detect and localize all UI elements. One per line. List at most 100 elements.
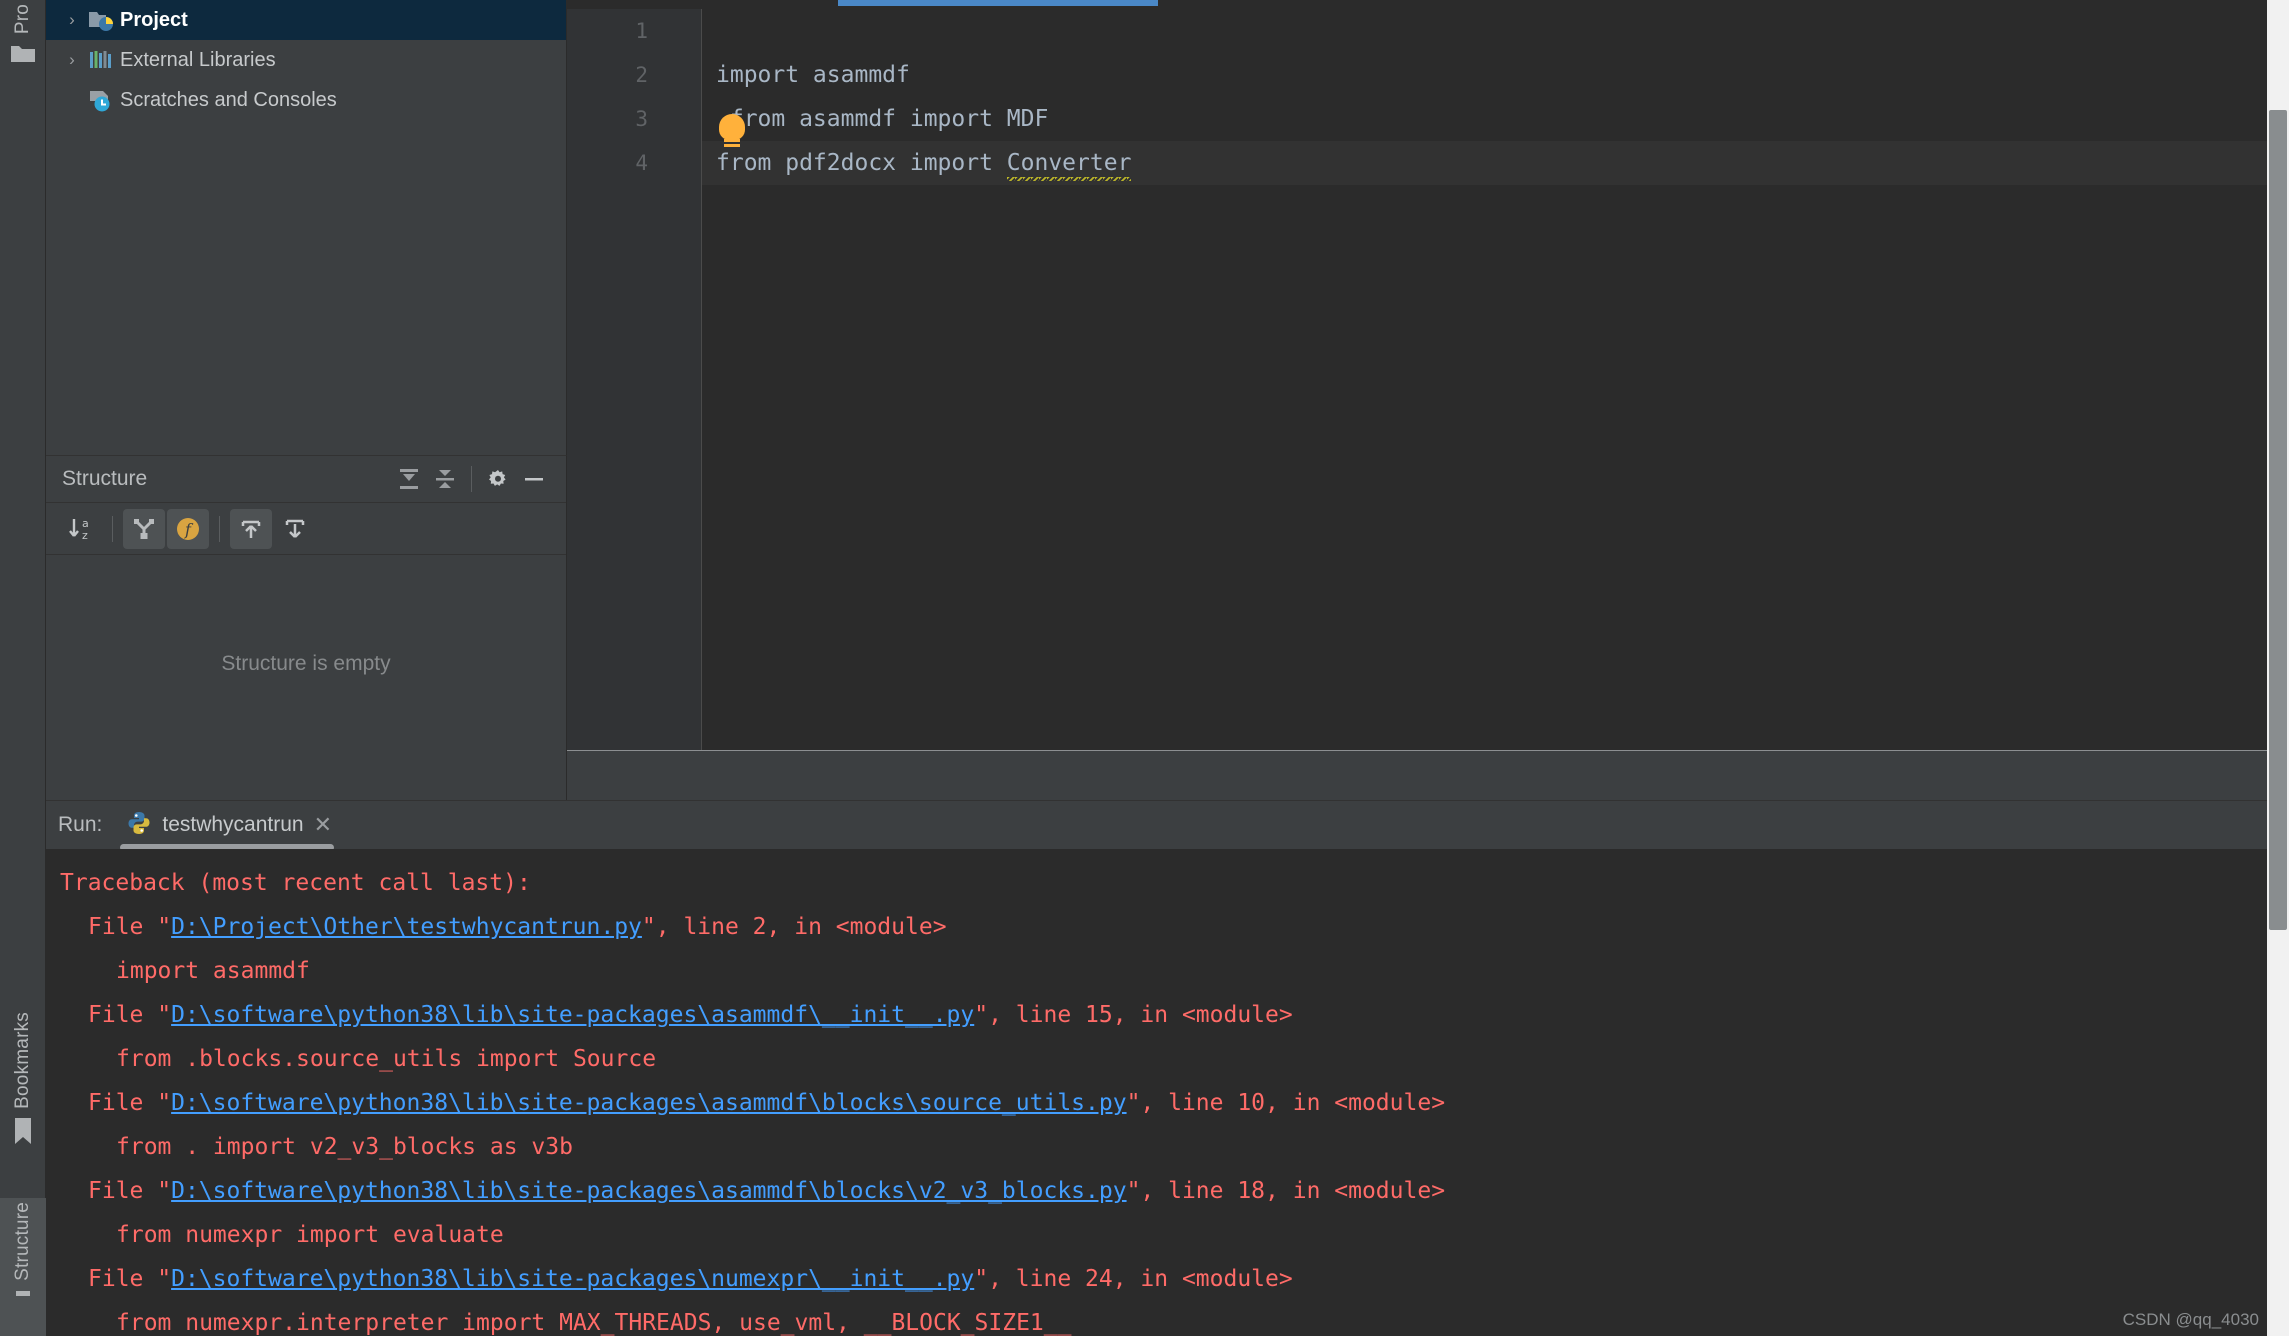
sidebar-item-project[interactable]: Pro: [0, 0, 46, 96]
console-text: File ": [88, 1178, 172, 1204]
structure-toolbar: a z f: [46, 503, 566, 555]
console-line: File "D:\software\python38\lib\site-pack…: [60, 1169, 2289, 1213]
console-text: File ": [88, 1090, 172, 1116]
console-line: from . import v2_v3_blocks as v3b: [60, 1125, 2289, 1169]
tree-item-scratches-and-consoles[interactable]: › Scratches and Consoles: [46, 80, 566, 120]
code-line[interactable]: import asammdf: [702, 53, 2289, 97]
code-editor: 1 2 3 4 − − import asammdf from asammdf …: [567, 0, 2289, 795]
console-line: from .blocks.source_utils import Source: [60, 1037, 2289, 1081]
watermark: CSDN @qq_4030: [2122, 1310, 2259, 1329]
scroll-to-source-icon[interactable]: [274, 509, 316, 549]
folder-icon: [10, 42, 36, 69]
code-line[interactable]: [702, 9, 2289, 53]
libraries-icon: [88, 48, 114, 72]
console-file-link[interactable]: D:\Project\Other\testwhycantrun.py: [171, 914, 642, 940]
structure-icon: [13, 1289, 33, 1312]
line-number: 2: [635, 63, 648, 87]
line-number: 4: [635, 151, 648, 175]
console-text: ", line 24, in <module>: [974, 1266, 1293, 1292]
intention-bulb-icon[interactable]: [719, 114, 745, 142]
collapse-all-icon[interactable]: [427, 463, 463, 495]
sidebar-item-bookmarks[interactable]: Bookmarks: [0, 1008, 46, 1198]
console-text: from .blocks.source_utils import Source: [116, 1046, 657, 1072]
console-text: import asammdf: [116, 958, 310, 984]
console-file-link[interactable]: D:\software\python38\lib\site-packages\a…: [171, 1002, 974, 1028]
toolbar-separator: [219, 515, 220, 542]
structure-header: Structure: [46, 456, 566, 503]
console-line: Traceback (most recent call last):: [60, 861, 2289, 905]
console-line: File "D:\Project\Other\testwhycantrun.py…: [60, 905, 2289, 949]
console-line: from numexpr import evaluate: [60, 1213, 2289, 1257]
expand-all-icon[interactable]: [391, 463, 427, 495]
sidebar-item-project-label: Pro: [12, 4, 33, 35]
console-file-link[interactable]: D:\software\python38\lib\site-packages\n…: [171, 1266, 974, 1292]
console-text: File ": [88, 1002, 172, 1028]
chevron-right-icon[interactable]: ›: [62, 50, 82, 70]
close-icon[interactable]: ✕: [314, 814, 332, 836]
sidebar-item-structure-label: Structure: [12, 1202, 33, 1281]
project-python-icon: [88, 8, 114, 32]
tree-item-project-label: Project: [120, 8, 188, 31]
console-output[interactable]: Traceback (most recent call last): File "…: [46, 849, 2289, 1336]
sidebar-item-structure[interactable]: Structure: [0, 1198, 46, 1336]
tree-item-scratches-and-consoles-label: Scratches and Consoles: [120, 88, 337, 111]
active-tab-indicator[interactable]: [838, 0, 1158, 6]
minimize-icon[interactable]: [516, 463, 552, 495]
show-fields-icon[interactable]: f: [167, 508, 209, 549]
line-number: 1: [635, 19, 648, 43]
structure-empty-message: Structure is empty: [221, 652, 391, 675]
structure-tool-window: Structure a z f Structure is empty: [46, 455, 567, 800]
console-line: File "D:\software\python38\lib\site-pack…: [60, 993, 2289, 1037]
tree-item-project[interactable]: › Project: [46, 0, 566, 40]
console-text: File ": [88, 914, 172, 940]
console-text: from . import v2_v3_blocks as v3b: [116, 1134, 573, 1160]
tree-item-external-libraries-label: External Libraries: [120, 48, 276, 71]
line-number: 3: [635, 107, 648, 131]
svg-text:z: z: [82, 529, 88, 542]
console-line: from numexpr.interpreter import MAX_THRE…: [60, 1301, 2289, 1336]
console-file-link[interactable]: D:\software\python38\lib\site-packages\a…: [171, 1090, 1126, 1116]
editor-code-area[interactable]: import asammdf from asammdf import MDF f…: [702, 9, 2289, 750]
editor-tab-strip: [567, 0, 2289, 9]
console-text: ", line 10, in <module>: [1126, 1090, 1446, 1116]
console-file-link[interactable]: D:\software\python38\lib\site-packages\a…: [171, 1178, 1126, 1204]
run-tab-testwhycantrun[interactable]: testwhycantrun ✕: [112, 803, 342, 851]
console-text: from numexpr.interpreter import MAX_THRE…: [116, 1310, 1072, 1336]
structure-content: Structure is empty: [46, 555, 566, 799]
editor-fold-column[interactable]: − −: [670, 9, 800, 750]
scroll-from-source-icon[interactable]: [230, 508, 272, 549]
console-text: from numexpr import evaluate: [116, 1222, 504, 1248]
sort-alphabetically-icon[interactable]: a z: [60, 509, 102, 549]
pycharm-window: Pro Bookmarks Structure › Project › Exte…: [0, 0, 2289, 1336]
toolbar-separator: [471, 466, 472, 492]
code-line[interactable]: from asammdf import MDF: [702, 97, 2289, 141]
toolbar-separator: [112, 515, 113, 542]
code-line[interactable]: from pdf2docx import Converter: [702, 141, 2289, 185]
run-header: Run: testwhycantrun ✕: [46, 801, 2289, 851]
code-warning-token: Converter: [1006, 150, 1132, 184]
run-tool-window: Run: testwhycantrun ✕ Traceback (most re…: [46, 800, 2289, 1336]
editor-bottom-divider: [567, 750, 2289, 795]
project-tool-window: › Project › External Libraries Scratches…: [46, 0, 567, 455]
window-scrollbar[interactable]: [2267, 0, 2289, 1336]
console-line: File "D:\software\python38\lib\site-pack…: [60, 1257, 2289, 1301]
console-text: ", line 15, in <module>: [974, 1002, 1293, 1028]
python-icon: [126, 810, 152, 841]
bookmark-icon: [12, 1117, 34, 1150]
console-text: File ": [88, 1266, 172, 1292]
left-tool-strip: Pro Bookmarks Structure: [0, 0, 46, 1336]
show-inherited-icon[interactable]: [123, 508, 165, 549]
run-label: Run:: [58, 813, 103, 836]
structure-title: Structure: [62, 467, 148, 490]
gear-icon[interactable]: [480, 463, 516, 495]
run-tab-label: testwhycantrun: [162, 813, 304, 836]
console-line: import asammdf: [60, 949, 2289, 993]
tree-item-external-libraries[interactable]: › External Libraries: [46, 40, 566, 80]
code-text: from pdf2docx import: [716, 150, 1007, 176]
scratches-clock-icon: [88, 88, 114, 112]
console-text: Traceback (most recent call last):: [60, 870, 531, 896]
scrollbar-thumb[interactable]: [2269, 110, 2287, 930]
chevron-right-icon[interactable]: ›: [62, 10, 82, 30]
sidebar-item-bookmarks-label: Bookmarks: [12, 1012, 33, 1109]
editor-gutter[interactable]: 1 2 3 4: [567, 9, 670, 750]
